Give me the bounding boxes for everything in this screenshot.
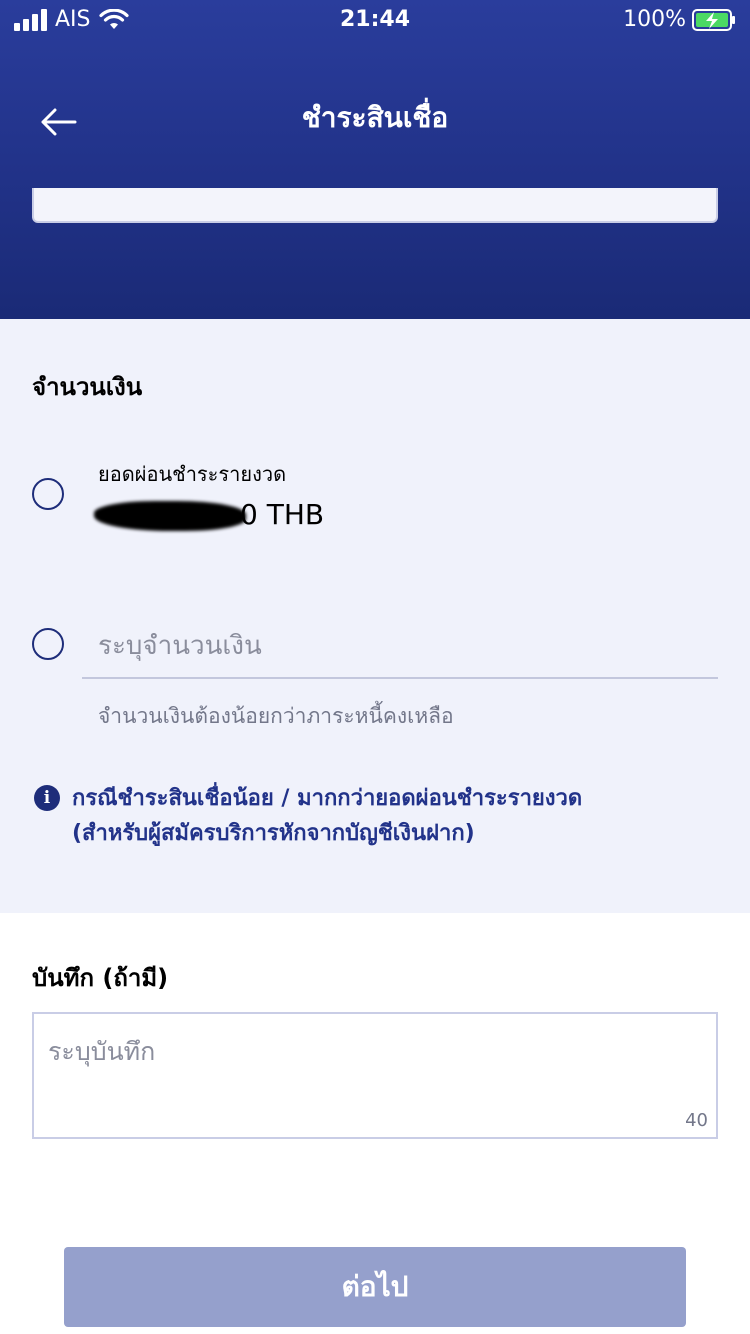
amount-label: จำนวนเงิน [32,373,143,401]
note-char-counter: 40 [685,1110,708,1131]
radio-custom-amount[interactable] [32,628,64,660]
status-right: 100% [623,6,736,34]
account-card [32,188,718,223]
info-icon: i [34,785,60,811]
amount-input-wrap [82,615,718,679]
next-button[interactable]: ต่อไป [64,1247,686,1327]
note-label: บันทึก (ถ้ามี) [32,964,169,992]
info-notice[interactable]: i กรณีชำระสินเชื่อน้อย / มากกว่ายอดผ่อนช… [34,781,724,851]
header: AIS 21:44 100% ชำระสินเชื่อ [0,0,750,319]
redacted-mark [94,501,246,531]
installment-label: ยอดผ่อนชำระรายงวด [98,462,287,486]
note-input[interactable] [34,1014,716,1137]
battery-charging-icon [692,9,735,31]
battery-percent: 100% [623,7,686,32]
amount-hint: จำนวนเงินต้องน้อยกว่าภาระหนี้คงเหลือ [98,704,454,728]
radio-installment[interactable] [32,478,64,510]
installment-amount: 0 THB [94,495,394,535]
amount-section: จำนวนเงิน ยอดผ่อนชำระรายงวด 0 THB จำนวนเ… [0,319,750,913]
info-line-1: กรณีชำระสินเชื่อน้อย / มากกว่ายอดผ่อนชำร… [72,786,583,811]
page-title: ชำระสินเชื่อ [301,101,449,134]
info-text: กรณีชำระสินเชื่อน้อย / มากกว่ายอดผ่อนชำร… [72,781,582,851]
note-box: 40 [32,1012,718,1139]
status-bar: AIS 21:44 100% [0,0,750,40]
amount-input[interactable] [82,615,718,677]
info-line-2: (สำหรับผู้สมัครบริการหักจากบัญชีเงินฝาก) [72,821,475,846]
installment-value: 0 THB [240,498,325,531]
